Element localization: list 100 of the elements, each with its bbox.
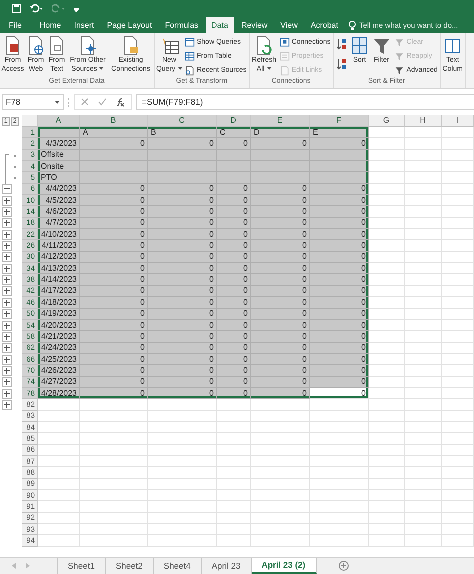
table-cell[interactable]: 0 xyxy=(80,320,148,332)
table-cell[interactable]: 4/26/2023 xyxy=(38,365,80,377)
undo-icon[interactable] xyxy=(30,4,43,13)
table-cell[interactable]: 0 xyxy=(80,218,148,230)
table-cell[interactable]: 0 xyxy=(148,274,217,286)
table-cell[interactable]: 0 xyxy=(251,286,310,298)
column-header[interactable]: C xyxy=(148,115,217,127)
table-cell[interactable]: 0 xyxy=(310,274,369,286)
table-cell[interactable]: 0 xyxy=(148,252,217,264)
table-cell[interactable]: 0 xyxy=(251,388,310,400)
table-cell[interactable]: 0 xyxy=(251,320,310,332)
table-cell[interactable]: 0 xyxy=(148,218,217,230)
sheet-tab[interactable]: Sheet2 xyxy=(106,558,154,574)
table-cell[interactable]: 4/18/2023 xyxy=(38,297,80,308)
table-cell[interactable]: 0 xyxy=(80,263,148,274)
table-cell[interactable]: 0 xyxy=(217,376,251,388)
table-cell[interactable]: 4/21/2023 xyxy=(38,331,80,343)
table-cell[interactable]: 0 xyxy=(217,342,251,354)
scroll-left-icon[interactable] xyxy=(12,563,16,569)
table-cell[interactable]: 0 xyxy=(217,297,251,308)
table-cell[interactable] xyxy=(251,150,310,162)
table-cell[interactable]: 4/19/2023 xyxy=(38,308,80,320)
table-cell[interactable]: 0 xyxy=(251,184,310,196)
table-cell[interactable]: 0 xyxy=(251,354,310,366)
expand-button[interactable] xyxy=(2,196,12,206)
expand-button[interactable] xyxy=(2,241,12,252)
function-icon[interactable] xyxy=(116,98,125,106)
table-cell[interactable]: 0 xyxy=(148,376,217,388)
table-cell[interactable]: PTO xyxy=(38,172,80,184)
ribbon-tab[interactable]: Page Layout xyxy=(101,18,158,33)
expand-button[interactable] xyxy=(2,298,12,308)
caret-icon[interactable] xyxy=(55,100,60,104)
table-cell[interactable]: 0 xyxy=(80,354,148,366)
table-cell[interactable] xyxy=(310,172,369,184)
table-cell[interactable]: 0 xyxy=(217,240,251,252)
ribbon-tab[interactable]: Acrobat xyxy=(304,18,344,33)
ribbon-tab[interactable]: Formulas xyxy=(159,18,205,33)
table-cell[interactable]: 0 xyxy=(217,195,251,206)
table-cell[interactable]: Offsite xyxy=(38,150,80,162)
expand-button[interactable] xyxy=(2,264,12,274)
table-cell[interactable]: 0 xyxy=(310,354,369,366)
expand-button[interactable] xyxy=(2,400,12,410)
table-cell[interactable]: 4/17/2023 xyxy=(38,286,80,298)
table-cell[interactable]: 0 xyxy=(310,218,369,230)
table-cell[interactable]: 0 xyxy=(251,206,310,218)
table-cell[interactable] xyxy=(148,172,217,184)
table-cell[interactable]: 0 xyxy=(310,195,369,206)
table-cell[interactable]: 0 xyxy=(310,240,369,252)
table-cell[interactable]: 0 xyxy=(217,320,251,332)
table-cell[interactable]: 0 xyxy=(251,308,310,320)
table-cell[interactable]: 0 xyxy=(80,365,148,377)
expand-button[interactable] xyxy=(2,275,12,286)
active-cell[interactable]: 0 xyxy=(310,388,369,400)
table-cell[interactable]: 0 xyxy=(310,206,369,218)
table-cell[interactable]: 0 xyxy=(217,184,251,196)
table-cell[interactable]: 4/6/2023 xyxy=(38,206,80,218)
table-cell[interactable]: 0 xyxy=(148,308,217,320)
table-cell[interactable]: 0 xyxy=(251,263,310,274)
table-cell[interactable]: 0 xyxy=(217,138,251,150)
ribbon-tab[interactable]: File xyxy=(3,18,28,33)
table-cell[interactable]: 0 xyxy=(310,297,369,308)
scroll-right-icon[interactable] xyxy=(26,563,30,569)
expand-button[interactable] xyxy=(2,286,12,296)
table-cell[interactable] xyxy=(310,150,369,162)
table-cell[interactable]: 0 xyxy=(80,274,148,286)
table-cell[interactable] xyxy=(80,161,148,172)
save-icon[interactable] xyxy=(12,4,21,13)
expand-button[interactable] xyxy=(2,354,12,365)
table-cell[interactable]: 4/13/2023 xyxy=(38,263,80,274)
table-cell[interactable]: 4/10/2023 xyxy=(38,229,80,240)
table-cell[interactable]: 0 xyxy=(148,184,217,196)
table-cell[interactable]: 0 xyxy=(80,297,148,308)
table-cell[interactable]: 0 xyxy=(310,184,369,196)
table-cell[interactable]: 4/28/2023 xyxy=(38,388,80,400)
table-cell[interactable]: 0 xyxy=(310,138,369,150)
table-cell[interactable]: 0 xyxy=(148,354,217,366)
table-cell[interactable]: 0 xyxy=(80,206,148,218)
table-cell[interactable]: 0 xyxy=(148,195,217,206)
sheet-tab[interactable]: Sheet1 xyxy=(57,558,106,574)
column-header[interactable]: B xyxy=(80,115,148,127)
table-cell[interactable]: 4/25/2023 xyxy=(38,354,80,366)
table-cell[interactable]: 0 xyxy=(148,263,217,274)
table-cell[interactable]: 0 xyxy=(148,206,217,218)
expand-button[interactable] xyxy=(2,207,12,218)
table-cell[interactable]: 0 xyxy=(251,240,310,252)
table-cell[interactable]: 0 xyxy=(217,274,251,286)
table-cell[interactable]: 0 xyxy=(148,342,217,354)
table-cell[interactable]: 0 xyxy=(251,229,310,240)
table-cell[interactable]: 0 xyxy=(148,229,217,240)
table-cell[interactable]: 0 xyxy=(80,184,148,196)
table-cell[interactable]: 4/12/2023 xyxy=(38,252,80,264)
table-cell[interactable]: 0 xyxy=(251,342,310,354)
table-cell[interactable]: 0 xyxy=(310,263,369,274)
table-cell[interactable]: 0 xyxy=(217,218,251,230)
check-icon[interactable] xyxy=(98,98,107,106)
ribbon-tab[interactable]: Data xyxy=(206,17,234,33)
table-cell[interactable]: 0 xyxy=(310,331,369,343)
table-cell[interactable]: 0 xyxy=(251,331,310,343)
table-cell[interactable]: 0 xyxy=(310,308,369,320)
table-cell[interactable]: 0 xyxy=(80,376,148,388)
